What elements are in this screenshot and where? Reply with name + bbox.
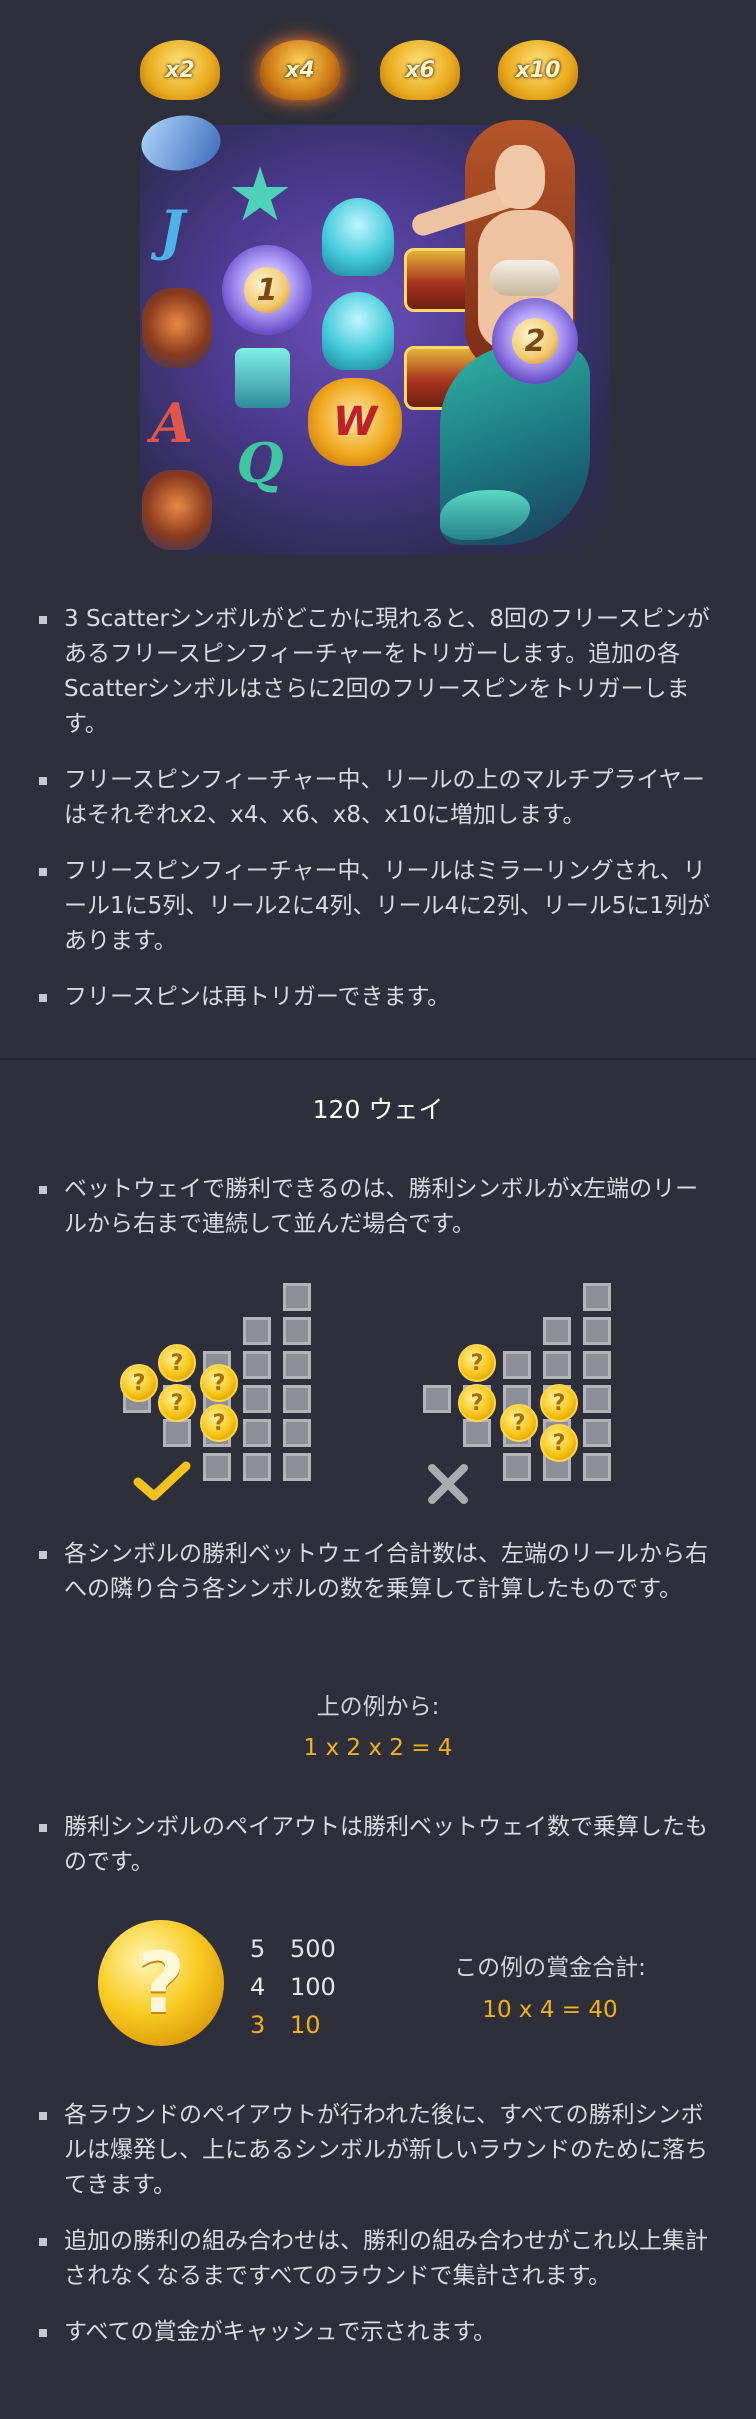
- coin-icon: ?: [500, 1404, 538, 1442]
- rule-item: フリースピンフィーチャー中、リールはミラーリングされ、リール1に5列、リール2に…: [36, 854, 716, 959]
- rule-item: 勝利シンボルのペイアウトは勝利ベットウェイ数で乗算したものです。: [36, 1810, 716, 1880]
- cascade-rules: 各ラウンドのペイアウトが行われた後に、すべての勝利シンボルは爆発し、上にあるシン…: [36, 2098, 716, 2371]
- jellyfish-icon: [322, 198, 394, 276]
- multiplier-x4-active: x4: [260, 40, 340, 100]
- seahorse-icon: [142, 470, 212, 550]
- free-spins-illustration: x2 x4 x6 x10 J A ★ 1 Q W 2: [130, 30, 620, 560]
- coin-icon: ?: [200, 1364, 238, 1402]
- paytable-row: 5 500: [250, 1935, 336, 1963]
- symbol-q: Q: [236, 430, 284, 495]
- coin-icon: ?: [158, 1344, 196, 1382]
- multiplier-x2: x2: [140, 40, 220, 100]
- rule-item: ベットウェイで勝利できるのは、勝利シンボルがx左端のリールから右まで連続して並ん…: [36, 1172, 716, 1242]
- check-icon: [133, 1461, 191, 1501]
- jellyfish-icon: [322, 292, 394, 370]
- scatter-shell-1: 1: [222, 245, 312, 335]
- paytable-row: 4 100: [250, 1973, 336, 2001]
- coin-icon: ?: [200, 1404, 238, 1442]
- rule-item: 各ラウンドのペイアウトが行われた後に、すべての勝利シンボルは爆発し、上にあるシン…: [36, 2098, 716, 2203]
- coin-icon: ?: [120, 1364, 158, 1402]
- free-spins-rules: 3 Scatterシンボルがどこかに現れると、8回のフリースピンがあるフリースピ…: [36, 602, 716, 1036]
- ways-rules-2: 各シンボルの勝利ベットウェイ合計数は、左端のリールから右への隣り合う各シンボルの…: [36, 1537, 716, 1628]
- rule-item: 追加の勝利の組み合わせは、勝利の組み合わせがこれ以上集計されなくなるまですべての…: [36, 2224, 716, 2294]
- symbol-j: J: [159, 198, 185, 262]
- prize-formula: 10 x 4 = 40: [482, 1997, 618, 2023]
- prize-label: この例の賞金合計:: [454, 1955, 646, 1981]
- multiplier-x10: x10: [498, 40, 578, 100]
- starfish-icon: ★: [226, 152, 294, 238]
- paytable: 5 500 4 100 3 10: [250, 1930, 336, 2044]
- rule-item: すべての賞金がキャッシュで示されます。: [36, 2315, 716, 2350]
- section-divider: [0, 1058, 756, 1060]
- coin-icon: ?: [540, 1384, 578, 1422]
- cross-icon: [428, 1464, 468, 1504]
- coin-icon: ?: [158, 1384, 196, 1422]
- symbol-a: A: [151, 391, 193, 455]
- ways-rules-1: ベットウェイで勝利できるのは、勝利シンボルがx左端のリールから右まで連続して並ん…: [36, 1172, 716, 1263]
- ways-rules-3: 勝利シンボルのペイアウトは勝利ベットウェイ数で乗算したものです。: [36, 1810, 716, 1901]
- rule-item: フリースピンフィーチャー中、リールの上のマルチプライヤーはそれぞれx2、x4、x…: [36, 763, 716, 833]
- rule-item: フリースピンは再トリガーできます。: [36, 980, 716, 1015]
- example-formula: 1 x 2 x 2 = 4: [303, 1735, 453, 1761]
- example-label: 上の例から:: [316, 1694, 440, 1720]
- ways-title: 120 ウェイ: [312, 1095, 444, 1124]
- coin-icon: ?: [458, 1384, 496, 1422]
- wild-symbol: W: [308, 378, 402, 466]
- seahorse-icon: [142, 288, 212, 368]
- coin-icon: ?: [458, 1344, 496, 1382]
- rule-item: 各シンボルの勝利ベットウェイ合計数は、左端のリールから右への隣り合う各シンボルの…: [36, 1537, 716, 1607]
- scatter-shell-2: 2: [492, 298, 578, 384]
- rule-item: 3 Scatterシンボルがどこかに現れると、8回のフリースピンがあるフリースピ…: [36, 602, 716, 742]
- potion-bottle-icon: [235, 348, 290, 408]
- mystery-symbol-icon: ?: [98, 1920, 224, 2046]
- multiplier-x6: x6: [380, 40, 460, 100]
- coin-icon: ?: [540, 1424, 578, 1462]
- paytable-row-highlighted: 3 10: [250, 2011, 321, 2039]
